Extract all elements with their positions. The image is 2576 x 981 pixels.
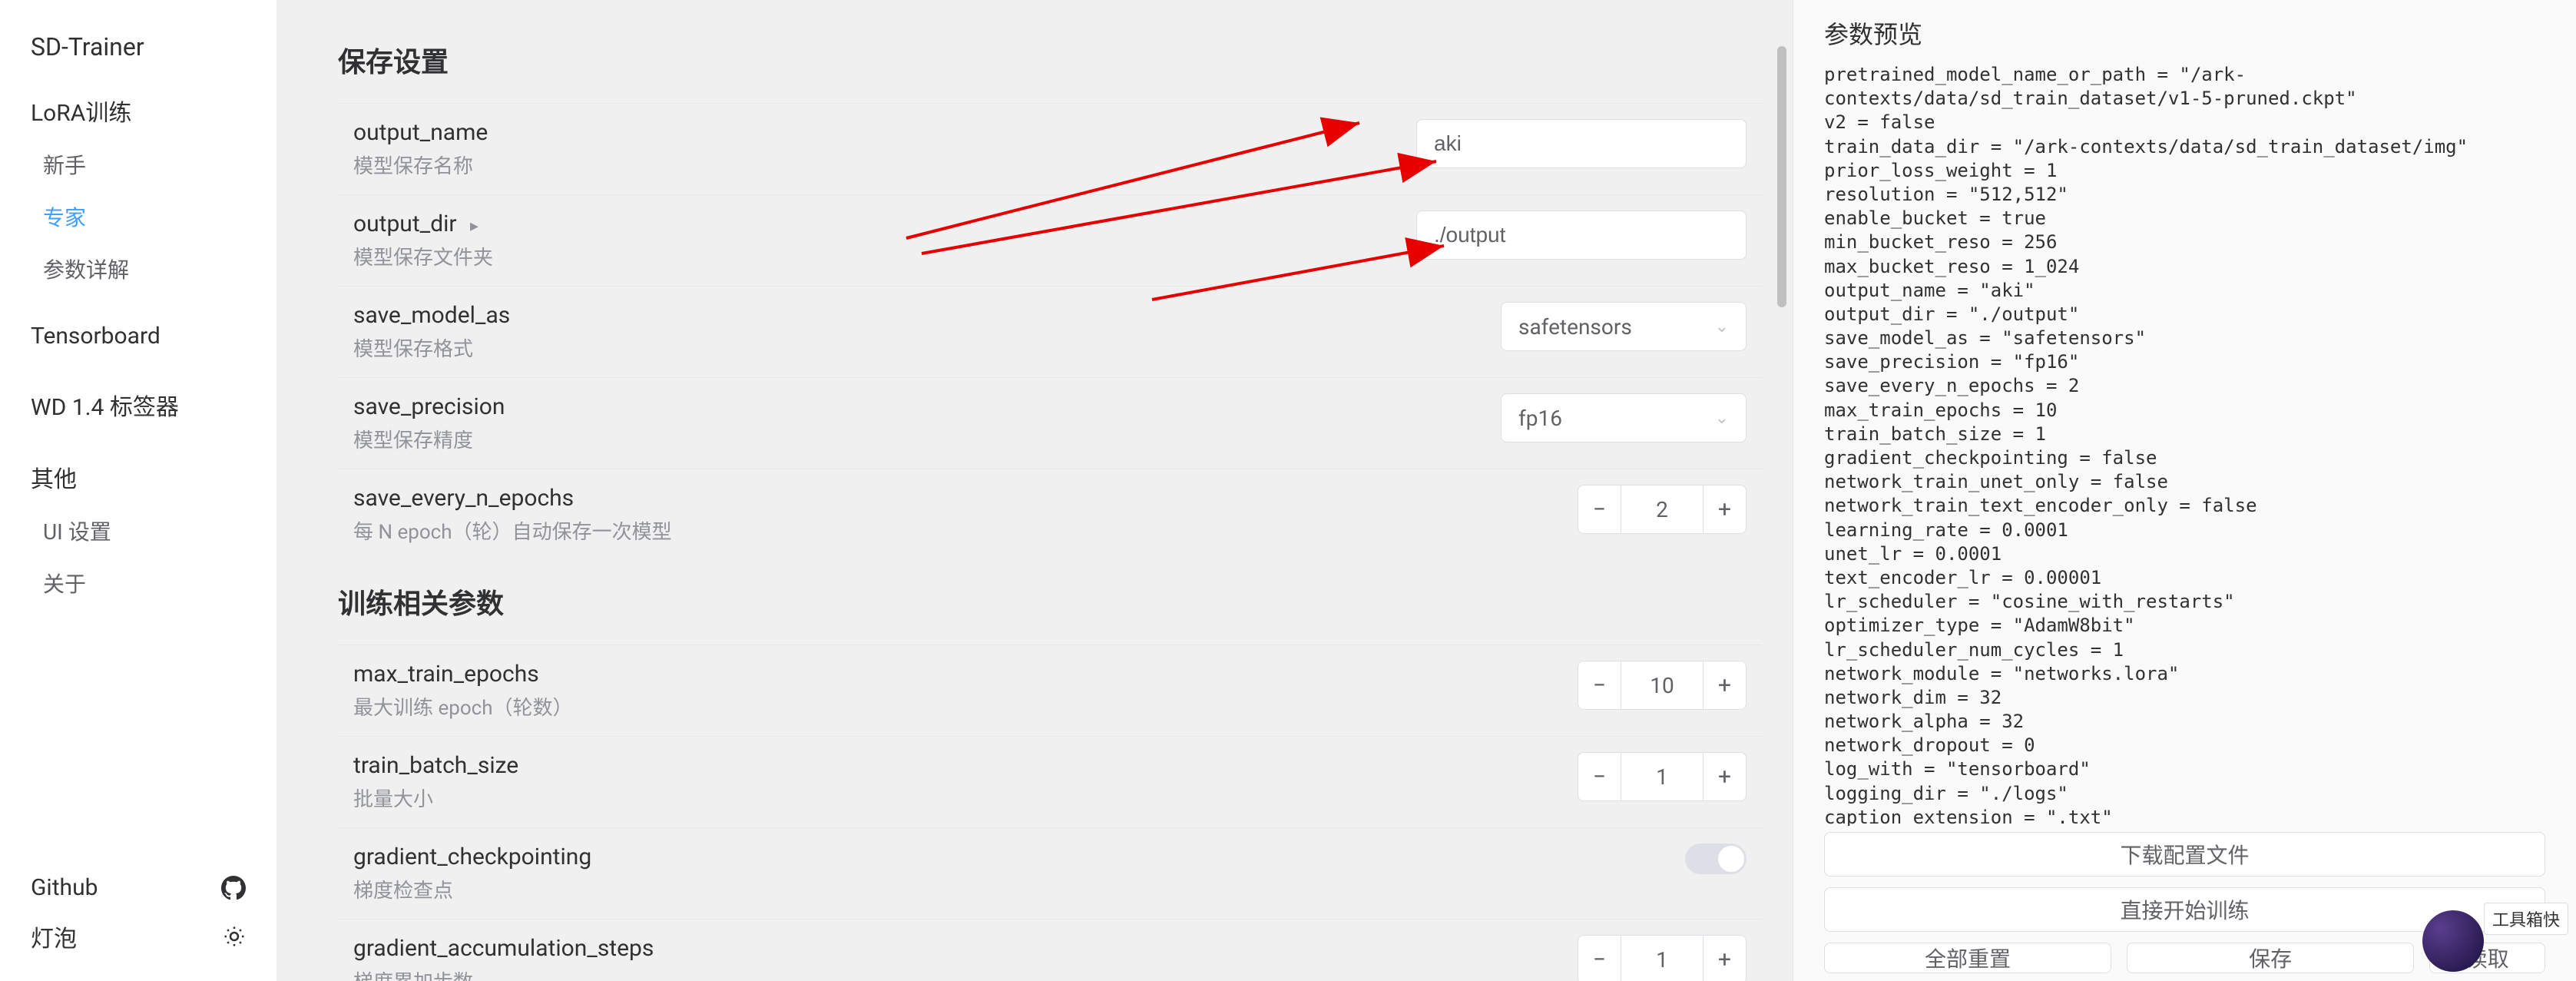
chevron-down-icon: ⌄ — [1715, 409, 1729, 428]
app-title: SD-Trainer — [0, 18, 276, 83]
preview-panel: 参数预览 pretrained_model_name_or_path = "/a… — [1793, 0, 2576, 981]
preview-title: 参数预览 — [1824, 15, 2545, 63]
sublabel-gradient-accum: 梯度累加步数 — [353, 966, 1409, 981]
sidebar-bottom: Github 灯泡 — [0, 865, 276, 963]
increment-button[interactable]: + — [1703, 486, 1746, 533]
chevron-right-icon[interactable]: ▸ — [470, 217, 478, 236]
label-output-dir-text: output_dir — [353, 210, 457, 237]
main-content: 保存设置 output_name 模型保存名称 output_dir ▸ 模型保… — [276, 0, 1793, 981]
label-save-every-n: save_every_n_epochs — [353, 485, 1409, 512]
toggle-gradient-checkpointing[interactable] — [1685, 843, 1747, 874]
section-train-title: 训练相关参数 — [338, 560, 1762, 645]
sublabel-output-name: 模型保存名称 — [353, 151, 1409, 179]
row-max-train-epochs: max_train_epochs 最大训练 epoch（轮数） − 10 + — [338, 645, 1762, 736]
label-output-name: output_name — [353, 119, 1409, 146]
sublabel-save-precision: 模型保存精度 — [353, 425, 1409, 453]
sidebar-item-beginner[interactable]: 新手 — [0, 138, 276, 191]
stepper-train-batch-size-value[interactable]: 1 — [1621, 764, 1703, 790]
increment-button[interactable]: + — [1703, 936, 1746, 981]
select-save-precision-value: fp16 — [1518, 406, 1562, 431]
row-save-model-as: save_model_as 模型保存格式 safetensors ⌄ — [338, 286, 1762, 377]
section-save-title: 保存设置 — [338, 18, 1762, 103]
row-train-batch-size: train_batch_size 批量大小 − 1 + — [338, 736, 1762, 827]
sublabel-max-train-epochs: 最大训练 epoch（轮数） — [353, 692, 1409, 721]
sidebar-item-tensorboard[interactable]: Tensorboard — [0, 312, 276, 360]
sun-icon — [223, 925, 246, 948]
sublabel-train-batch-size: 批量大小 — [353, 784, 1409, 812]
stepper-gradient-accum: − 1 + — [1578, 935, 1747, 981]
label-output-dir: output_dir ▸ — [353, 210, 1409, 237]
sublabel-save-model-as: 模型保存格式 — [353, 333, 1409, 362]
sidebar-item-wd14[interactable]: WD 1.4 标签器 — [0, 377, 276, 433]
decrement-button[interactable]: − — [1578, 753, 1621, 800]
increment-button[interactable]: + — [1703, 753, 1746, 800]
sublabel-output-dir: 模型保存文件夹 — [353, 242, 1409, 270]
chevron-down-icon: ⌄ — [1715, 317, 1729, 336]
sidebar-github-link[interactable]: Github — [31, 865, 246, 910]
input-output-name[interactable] — [1416, 119, 1747, 168]
label-gradient-accum: gradient_accumulation_steps — [353, 935, 1409, 962]
row-output-name: output_name 模型保存名称 — [338, 103, 1762, 194]
row-save-precision: save_precision 模型保存精度 fp16 ⌄ — [338, 377, 1762, 469]
label-save-model-as: save_model_as — [353, 302, 1409, 329]
label-save-precision: save_precision — [353, 393, 1409, 420]
save-button[interactable]: 保存 — [2127, 943, 2414, 973]
increment-button[interactable]: + — [1703, 661, 1746, 709]
label-train-batch-size: train_batch_size — [353, 752, 1409, 779]
sidebar-item-lora[interactable]: LoRA训练 — [0, 83, 276, 138]
stepper-save-every-n: − 2 + — [1578, 485, 1747, 534]
select-save-model-as[interactable]: safetensors ⌄ — [1501, 302, 1747, 351]
sublabel-gradient-checkpointing: 梯度检查点 — [353, 875, 1409, 903]
stepper-max-train-epochs: − 10 + — [1578, 661, 1747, 710]
row-save-every-n: save_every_n_epochs 每 N epoch（轮）自动保存一次模型… — [338, 469, 1762, 560]
sidebar-item-other: 其他 — [0, 449, 276, 505]
sidebar-theme-toggle[interactable]: 灯泡 — [31, 910, 246, 963]
sidebar-item-ui-settings[interactable]: UI 设置 — [0, 505, 276, 557]
label-max-train-epochs: max_train_epochs — [353, 661, 1409, 688]
sidebar-item-param-explain[interactable]: 参数详解 — [0, 243, 276, 295]
reset-all-button[interactable]: 全部重置 — [1824, 943, 2111, 973]
sidebar-nav: LoRA训练 新手 专家 参数详解 Tensorboard WD 1.4 标签器… — [0, 83, 276, 865]
preview-code[interactable]: pretrained_model_name_or_path = "/ark-co… — [1824, 63, 2545, 826]
select-save-precision[interactable]: fp16 ⌄ — [1501, 393, 1747, 442]
sidebar-item-about[interactable]: 关于 — [0, 557, 276, 609]
scrollbar[interactable] — [1777, 46, 1786, 307]
sublabel-save-every-n: 每 N epoch（轮）自动保存一次模型 — [353, 516, 1409, 545]
decrement-button[interactable]: − — [1578, 936, 1621, 981]
row-gradient-checkpointing: gradient_checkpointing 梯度检查点 — [338, 827, 1762, 919]
toolbox-tooltip[interactable]: 工具箱快 — [2484, 903, 2568, 935]
github-icon — [221, 876, 246, 900]
input-output-dir[interactable] — [1416, 210, 1747, 260]
sidebar-item-expert[interactable]: 专家 — [0, 191, 276, 243]
row-gradient-accum: gradient_accumulation_steps 梯度累加步数 − 1 + — [338, 919, 1762, 981]
assistant-avatar[interactable] — [2422, 910, 2484, 972]
stepper-gradient-accum-value[interactable]: 1 — [1621, 947, 1703, 973]
decrement-button[interactable]: − — [1578, 486, 1621, 533]
decrement-button[interactable]: − — [1578, 661, 1621, 709]
stepper-train-batch-size: − 1 + — [1578, 752, 1747, 801]
sidebar: SD-Trainer LoRA训练 新手 专家 参数详解 Tensorboard… — [0, 0, 276, 981]
label-gradient-checkpointing: gradient_checkpointing — [353, 843, 1409, 870]
select-save-model-as-value: safetensors — [1518, 314, 1632, 340]
stepper-save-every-n-value[interactable]: 2 — [1621, 497, 1703, 522]
stepper-max-train-epochs-value[interactable]: 10 — [1621, 673, 1703, 698]
github-label: Github — [31, 874, 98, 901]
row-output-dir: output_dir ▸ 模型保存文件夹 — [338, 194, 1762, 286]
download-config-button[interactable]: 下载配置文件 — [1824, 832, 2545, 877]
theme-label: 灯泡 — [31, 920, 77, 953]
